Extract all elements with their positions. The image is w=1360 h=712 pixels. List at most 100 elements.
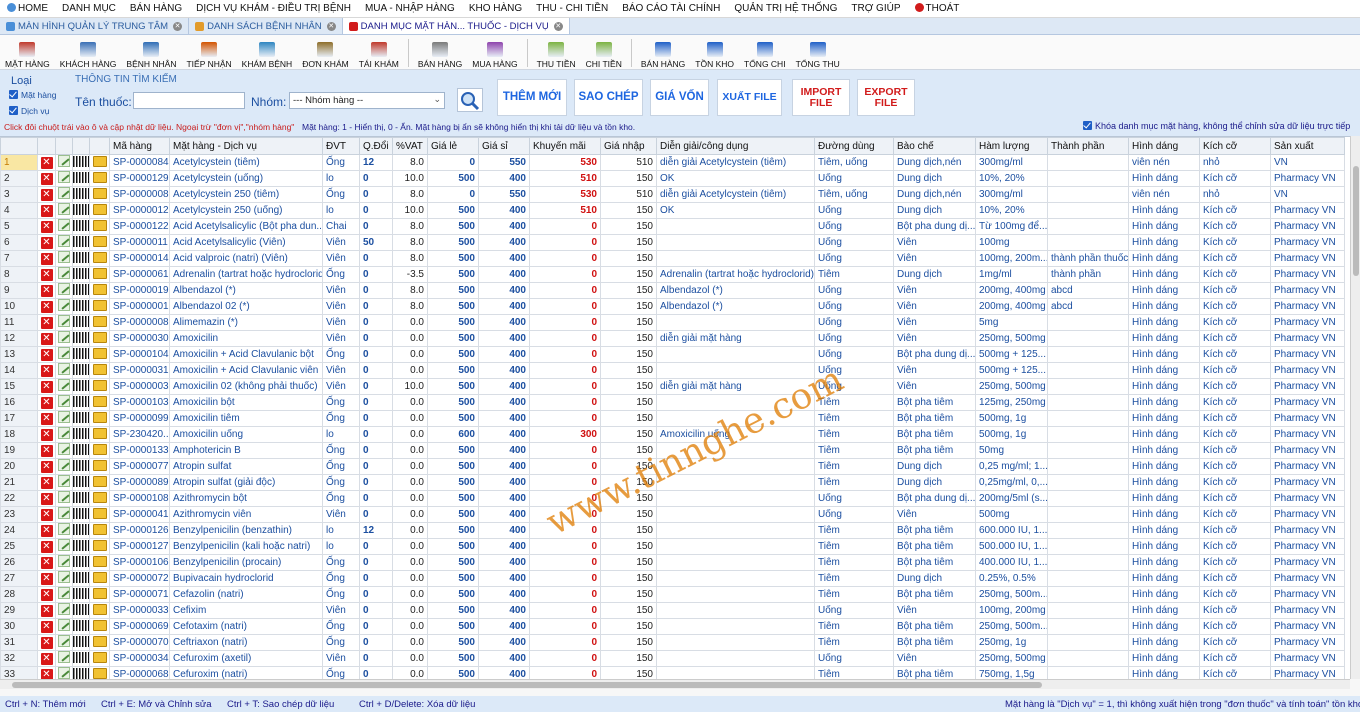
table-cell[interactable]: Tiêm	[814, 586, 894, 603]
table-cell[interactable]: Viên	[322, 378, 360, 395]
table-row[interactable]: 20 ✕ SP-0000077 Atropin sulfat Ống 0 0.0 500 400…	[0, 458, 1345, 475]
folder-cell[interactable]	[89, 378, 110, 395]
table-cell[interactable]	[656, 554, 815, 571]
table-cell[interactable]: Viên	[322, 250, 360, 267]
table-cell[interactable]: 0.0	[392, 394, 428, 411]
table-cell[interactable]: Hình dáng	[1128, 330, 1200, 347]
delete-icon[interactable]: ✕	[40, 300, 53, 313]
table-cell[interactable]: Uống	[814, 250, 894, 267]
folder-icon[interactable]	[92, 619, 107, 631]
table-cell[interactable]: 0	[359, 570, 393, 587]
table-cell[interactable]	[656, 250, 815, 267]
table-row[interactable]: 19 ✕ SP-0000133 Amphotericin B Ống 0 0.0 500 400…	[0, 442, 1345, 459]
table-cell[interactable]: 400	[478, 298, 530, 315]
table-cell[interactable]: SP-0000070	[109, 634, 170, 651]
toolbar-button[interactable]: TỔNG CHI	[739, 36, 791, 69]
table-cell[interactable]: Acetylcystein (tiêm)	[169, 154, 323, 171]
table-cell[interactable]: Dung dịch	[893, 170, 976, 187]
table-cell[interactable]: diễn giải mặt hàng	[656, 330, 815, 347]
toolbar-button[interactable]: THU TIỀN	[532, 36, 581, 69]
edit-cell[interactable]	[55, 298, 73, 315]
table-cell[interactable]: 400	[478, 378, 530, 395]
table-cell[interactable]: 150	[600, 458, 657, 475]
folder-icon[interactable]	[92, 283, 107, 295]
table-cell[interactable]	[1047, 538, 1129, 555]
table-cell[interactable]: Uống	[814, 346, 894, 363]
table-cell[interactable]: Amoxicilin	[169, 330, 323, 347]
table-cell[interactable]: Hình dáng	[1128, 602, 1200, 619]
table-cell[interactable]: 10.0	[392, 378, 428, 395]
table-cell[interactable]: Ống	[322, 586, 360, 603]
table-cell[interactable]: 150	[600, 266, 657, 283]
table-cell[interactable]: 8.0	[392, 234, 428, 251]
folder-cell[interactable]	[89, 410, 110, 427]
table-row[interactable]: 21 ✕ SP-0000089 Atropin sulfat (giải độc) Ốn…	[0, 474, 1345, 491]
table-row[interactable]: 8 ✕ SP-0000061 Adrenalin (tartrat hoặc hydr…	[0, 266, 1345, 283]
table-cell[interactable]: Kích cỡ	[1199, 218, 1271, 235]
table-cell[interactable]: 0	[529, 554, 601, 571]
table-cell[interactable]: Ống	[322, 410, 360, 427]
barcode-icon[interactable]	[73, 587, 89, 599]
toolbar-button[interactable]: KHÁCH HÀNG	[55, 36, 122, 69]
table-cell[interactable]: 0	[529, 218, 601, 235]
table-cell[interactable]: 0	[529, 650, 601, 667]
table-cell[interactable]	[656, 218, 815, 235]
table-cell[interactable]	[656, 586, 815, 603]
table-cell[interactable]: 500	[427, 170, 479, 187]
table-cell[interactable]: 400	[478, 602, 530, 619]
delete-icon[interactable]: ✕	[40, 252, 53, 265]
table-cell[interactable]: Kích cỡ	[1199, 490, 1271, 507]
edit-icon[interactable]	[58, 267, 70, 279]
table-cell[interactable]: Viên	[893, 330, 976, 347]
barcode-cell[interactable]	[72, 170, 90, 187]
table-cell[interactable]: Hình dáng	[1128, 394, 1200, 411]
table-cell[interactable]: 400	[478, 202, 530, 219]
edit-icon[interactable]	[58, 459, 70, 471]
table-cell[interactable]: Tiêm	[814, 570, 894, 587]
table-cell[interactable]: Pharmacy VN	[1270, 346, 1345, 363]
menu-item[interactable]: BÁN HÀNG	[123, 3, 189, 14]
table-cell[interactable]: Pharmacy VN	[1270, 538, 1345, 555]
delete-cell[interactable]: ✕	[37, 330, 56, 347]
table-cell[interactable]: 250mg, 1g	[975, 634, 1048, 651]
edit-icon[interactable]	[58, 523, 70, 535]
table-cell[interactable]: 0.0	[392, 586, 428, 603]
table-cell[interactable]: Bột pha tiêm	[893, 442, 976, 459]
table-cell[interactable]: Azithromycin viên	[169, 506, 323, 523]
table-cell[interactable]: 8.0	[392, 186, 428, 203]
table-cell[interactable]: viên nén	[1128, 186, 1200, 203]
barcode-cell[interactable]	[72, 506, 90, 523]
table-cell[interactable]: Hình dáng	[1128, 506, 1200, 523]
folder-icon[interactable]	[92, 187, 107, 199]
table-cell[interactable]: Cefuroxim (natri)	[169, 666, 323, 679]
table-cell[interactable]: 0	[359, 346, 393, 363]
toolbar-button[interactable]: KHÁM BỆNH	[237, 36, 298, 69]
table-cell[interactable]: 0.25%, 0.5%	[975, 570, 1048, 587]
table-cell[interactable]: 510	[529, 170, 601, 187]
edit-cell[interactable]	[55, 442, 73, 459]
table-cell[interactable]: 300mg/ml	[975, 154, 1048, 171]
table-cell[interactable]: Cefixim	[169, 602, 323, 619]
table-row[interactable]: 33 ✕ SP-0000068 Cefuroxim (natri) Ống 0 0.0 500…	[0, 666, 1345, 679]
barcode-icon[interactable]	[73, 539, 89, 551]
folder-icon[interactable]	[92, 427, 107, 439]
table-row[interactable]: 5 ✕ SP-0000122 Acid Acetylsalicylic (Bột ph…	[0, 218, 1345, 235]
table-cell[interactable]: 0	[529, 282, 601, 299]
close-icon[interactable]: ✕	[326, 21, 336, 31]
edit-icon[interactable]	[58, 299, 70, 311]
table-cell[interactable]: 8.0	[392, 298, 428, 315]
barcode-cell[interactable]	[72, 634, 90, 651]
table-cell[interactable]: Hình dáng	[1128, 378, 1200, 395]
table-cell[interactable]: VN	[1270, 154, 1345, 171]
table-cell[interactable]: 10.0	[392, 170, 428, 187]
table-cell[interactable]: 400	[478, 666, 530, 679]
edit-icon[interactable]	[58, 475, 70, 487]
folder-icon[interactable]	[92, 203, 107, 215]
sao-chep-button[interactable]: SAO CHÉP	[574, 79, 643, 116]
table-cell[interactable]: Acetylcystein (uống)	[169, 170, 323, 187]
table-cell[interactable]: Bột pha tiêm	[893, 618, 976, 635]
table-cell[interactable]: Dung dịch	[893, 202, 976, 219]
table-cell[interactable]: SP-0000041	[109, 506, 170, 523]
table-cell[interactable]: 500	[427, 554, 479, 571]
toolbar-button[interactable]: BÁN HÀNG	[413, 36, 467, 69]
